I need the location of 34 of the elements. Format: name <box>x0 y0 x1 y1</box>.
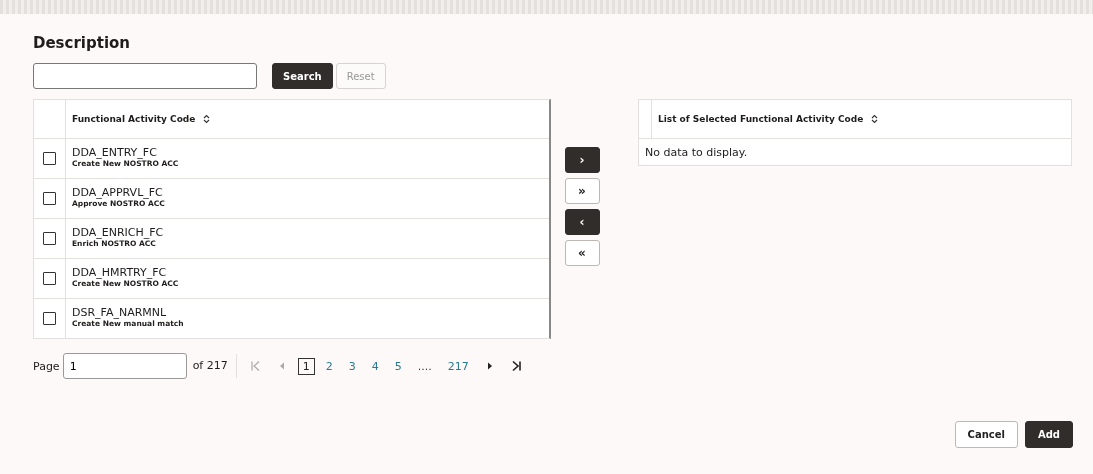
page-count: of 217 <box>192 354 237 378</box>
sort-icon[interactable] <box>871 114 879 124</box>
column-header[interactable]: Functional Activity Code <box>66 114 196 124</box>
empty-message: No data to display. <box>644 145 749 161</box>
page-link[interactable]: 3 <box>343 357 361 375</box>
checkbox[interactable] <box>43 272 56 285</box>
search-button[interactable]: Search <box>272 63 333 89</box>
cancel-button[interactable]: Cancel <box>954 421 1018 448</box>
activity-code: DDA_HMRTRY_FC <box>72 266 168 279</box>
checkbox[interactable] <box>43 152 56 165</box>
checkbox[interactable] <box>43 232 56 245</box>
page-link[interactable]: 2 <box>320 357 338 375</box>
page-link[interactable]: 4 <box>366 357 384 375</box>
ellipsis: .... <box>416 358 433 375</box>
section-title: Description <box>33 34 132 54</box>
move-button[interactable]: « <box>564 240 600 266</box>
search-field[interactable] <box>33 63 257 89</box>
move-button[interactable]: » <box>564 178 600 204</box>
activity-code: DDA_APPRVL_FC <box>72 186 164 199</box>
move-button[interactable]: ‹ <box>564 209 600 235</box>
page-field[interactable]: 1 <box>62 353 187 379</box>
page-link[interactable]: 1 <box>297 357 315 375</box>
page-link[interactable]: 5 <box>389 357 407 375</box>
add-button[interactable]: Add <box>1024 421 1073 448</box>
activity-code: DDA_ENTRY_FC <box>72 146 158 159</box>
checkbox[interactable] <box>43 312 56 325</box>
page-label: Page <box>33 359 60 373</box>
column-header[interactable]: List of Selected Functional Activity Code <box>652 114 864 124</box>
page-link[interactable]: 217 <box>442 357 474 375</box>
move-button[interactable]: › <box>564 147 600 173</box>
activity-code: DSR_FA_NARMNL <box>72 306 168 319</box>
sort-icon[interactable] <box>203 114 211 124</box>
checkbox[interactable] <box>43 192 56 205</box>
activity-code: DDA_ENRICH_FC <box>72 226 164 239</box>
